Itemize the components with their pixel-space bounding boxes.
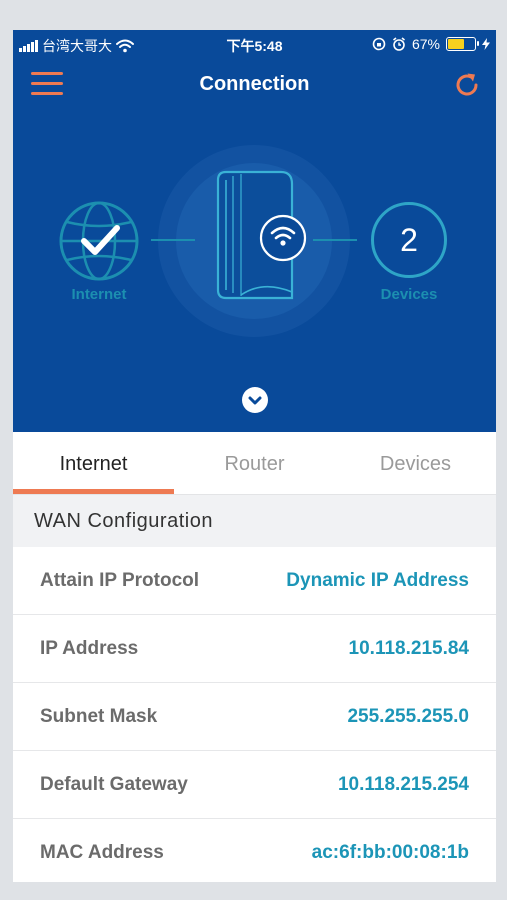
row-value: ac:6f:bb:00:08:1b — [311, 842, 469, 863]
row-label: IP Address — [40, 638, 139, 659]
devices-count[interactable]: 2 — [371, 202, 447, 278]
chevron-down-icon — [248, 396, 262, 405]
list-item: IP Address 10.118.215.84 — [13, 615, 496, 683]
tab-internet[interactable]: Internet — [13, 432, 174, 494]
expand-button[interactable] — [242, 387, 268, 413]
connection-hero: 台湾大哥大 下午5:48 67% Connection Internet 2 D… — [13, 30, 496, 432]
list-item: Subnet Mask 255.255.255.0 — [13, 683, 496, 751]
globe-check-icon — [59, 201, 139, 281]
row-value: 10.118.215.84 — [348, 638, 469, 659]
devices-label: Devices — [380, 286, 438, 303]
tab-devices-label: Devices — [379, 453, 452, 475]
list-item: Attain IP Protocol Dynamic IP Address — [13, 547, 496, 615]
list-item: Default Gateway 10.118.215.254 — [13, 751, 496, 819]
internet-label: Internet — [71, 286, 127, 303]
phone-screen: 台湾大哥大 下午5:48 67% Connection Internet 2 D… — [13, 30, 496, 882]
tab-devices[interactable]: Devices — [335, 432, 496, 494]
row-value: 10.118.215.254 — [337, 774, 469, 795]
list-item: MAC Address ac:6f:bb:00:08:1b — [13, 819, 496, 882]
row-label: Attain IP Protocol — [40, 570, 200, 591]
wan-section-header: WAN Configuration — [13, 494, 496, 547]
row-label: Default Gateway — [40, 774, 188, 795]
section-title: WAN Configuration — [34, 510, 213, 532]
row-value: Dynamic IP Address — [286, 570, 469, 591]
row-label: MAC Address — [40, 842, 164, 863]
wan-config-list: Attain IP Protocol Dynamic IP Address IP… — [13, 547, 496, 882]
row-value: 255.255.255.0 — [347, 706, 469, 727]
tab-bar: Internet Router Devices — [13, 432, 496, 494]
tab-router-label: Router — [224, 453, 285, 475]
row-label: Subnet Mask — [40, 706, 158, 727]
tab-internet-label: Internet — [59, 453, 128, 475]
wifi-icon — [259, 214, 307, 262]
tab-router[interactable]: Router — [174, 432, 335, 494]
